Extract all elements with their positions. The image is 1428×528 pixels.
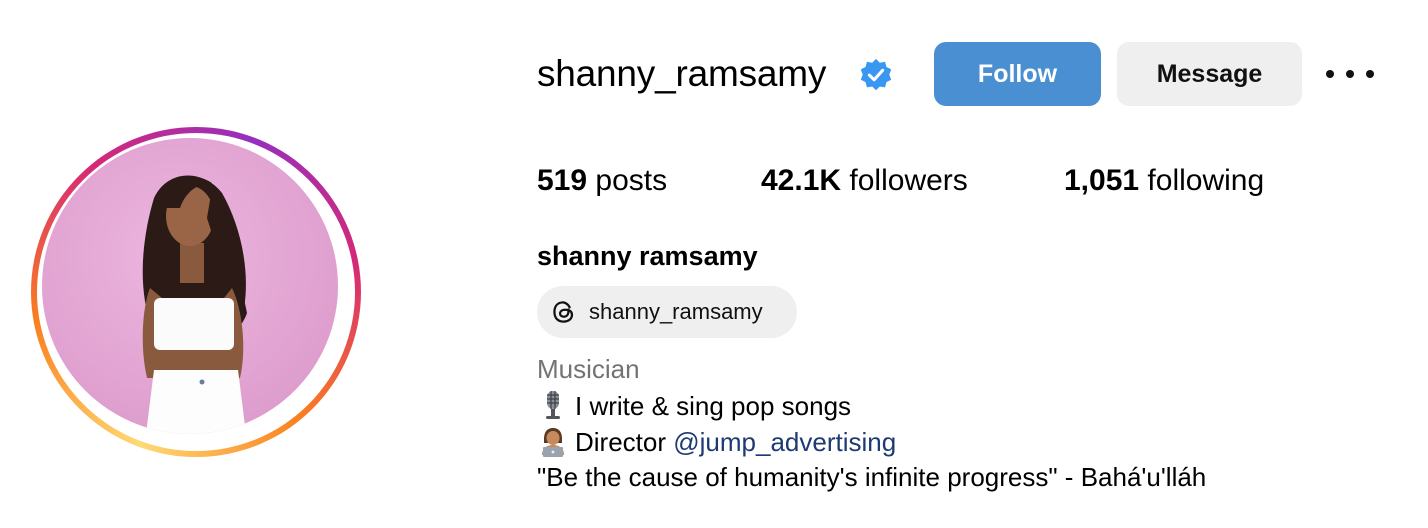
mention-link[interactable]: @jump_advertising xyxy=(673,427,896,457)
avatar[interactable] xyxy=(42,138,338,434)
bio-line: I write & sing pop songs xyxy=(537,389,851,422)
more-dot xyxy=(1366,70,1374,78)
bio-line1-text: I write & sing pop songs xyxy=(575,391,852,421)
microphone-emoji-icon xyxy=(546,391,560,419)
following-label: following xyxy=(1147,164,1265,197)
threads-icon xyxy=(553,301,574,323)
bio-quote: "Be the cause of humanity's infinite pro… xyxy=(537,462,1207,492)
more-dot xyxy=(1326,70,1334,78)
follow-button[interactable]: Follow xyxy=(934,42,1101,106)
profile-category: Musician xyxy=(537,354,640,384)
bio-line2-text: Director xyxy=(575,427,667,457)
posts-stat: 519 posts xyxy=(537,163,667,199)
profile-username: shanny_ramsamy xyxy=(537,53,827,94)
followers-count: 42.1K xyxy=(761,164,842,197)
posts-count: 519 xyxy=(537,164,588,197)
bio-line: Director @jump_advertising xyxy=(537,425,896,458)
following-count: 1,051 xyxy=(1064,164,1140,197)
threads-link-chip[interactable]: shanny_ramsamy xyxy=(537,286,797,338)
avatar-photo-illustration xyxy=(142,175,247,434)
verified-badge-icon xyxy=(860,58,892,91)
followers-stat[interactable]: 42.1K followers xyxy=(761,163,968,199)
profile-full-name: shanny ramsamy xyxy=(537,241,758,271)
avatar-story-ring[interactable] xyxy=(31,127,361,457)
more-dot xyxy=(1346,70,1354,78)
message-button[interactable]: Message xyxy=(1117,42,1302,106)
following-stat[interactable]: 1,051 following xyxy=(1064,163,1264,199)
more-horizontal-icon[interactable] xyxy=(1326,58,1374,90)
posts-label: posts xyxy=(595,164,668,197)
followers-label: followers xyxy=(849,164,968,197)
threads-handle: shanny_ramsamy xyxy=(589,299,763,324)
technologist-emoji-icon xyxy=(542,428,564,457)
